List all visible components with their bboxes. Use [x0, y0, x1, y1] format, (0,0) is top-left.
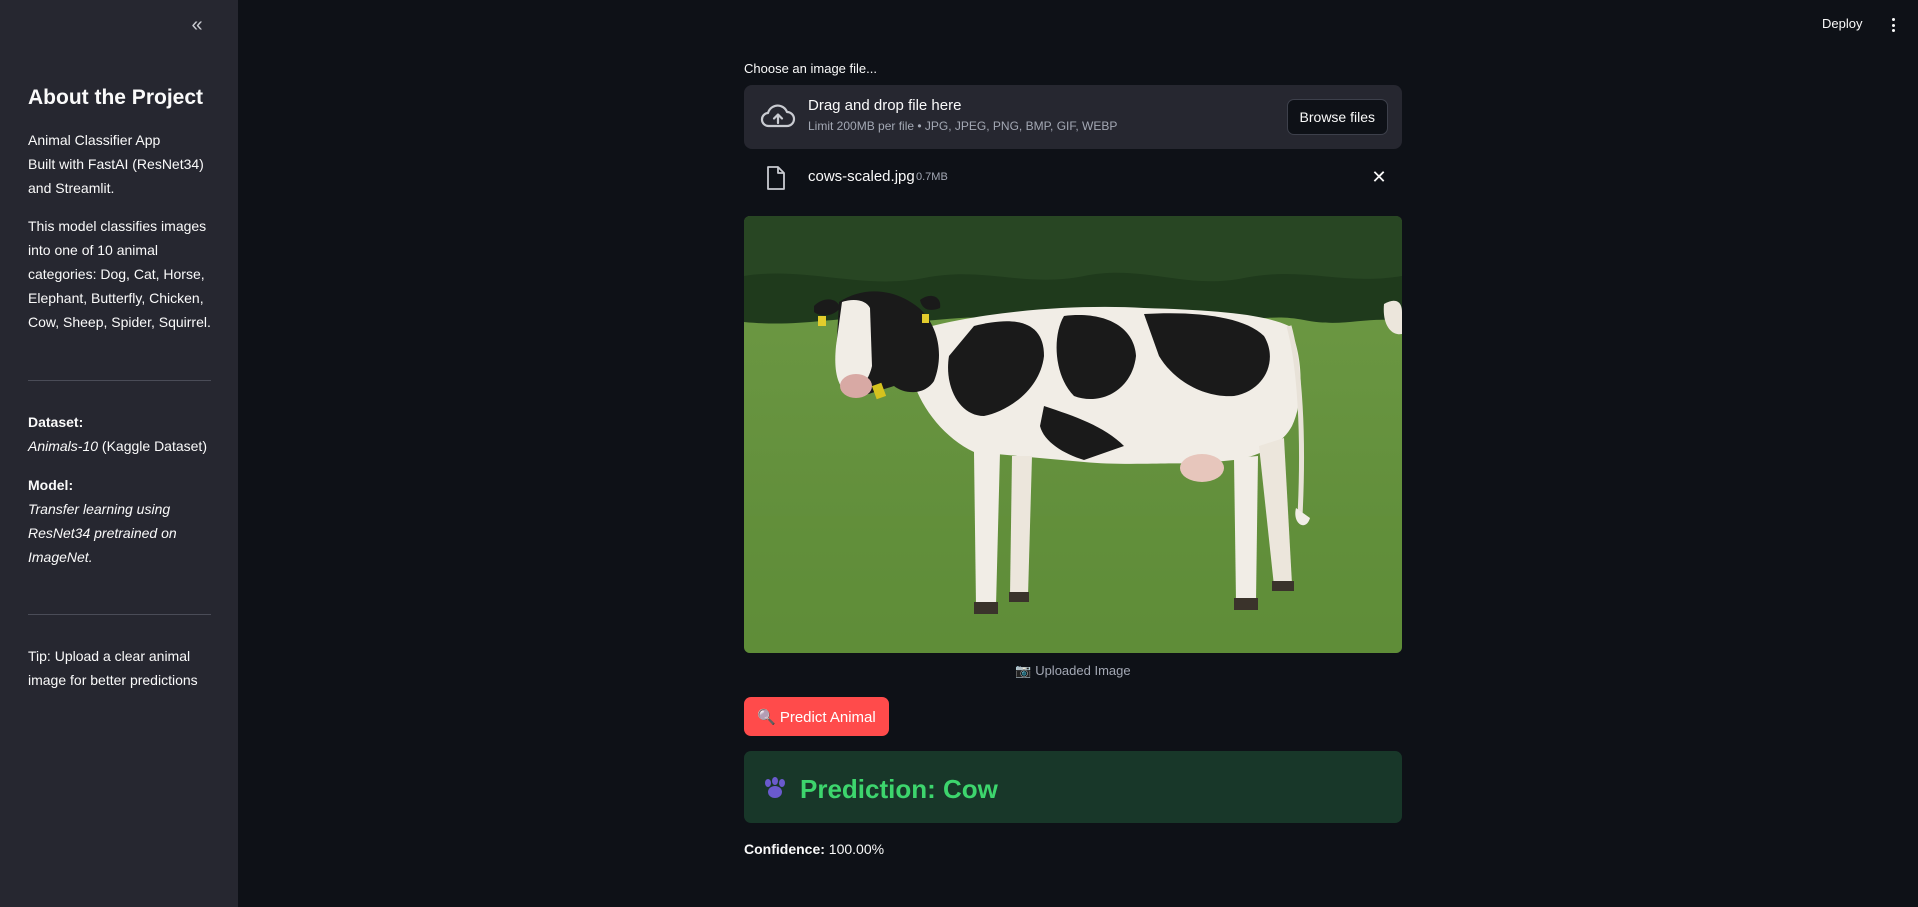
model-desc-line: ResNet34 pretrained on [28, 525, 177, 541]
intro-line: and Streamlit. [28, 180, 115, 196]
intro-line: Built with FastAI (ResNet34) [28, 156, 204, 172]
description-line: This model classifies images [28, 218, 207, 234]
uploaded-image [744, 216, 1402, 653]
dropzone-limits: Limit 200MB per file • JPG, JPEG, PNG, B… [808, 119, 1118, 133]
description-line: categories: Dog, Cat, Horse, [28, 266, 205, 282]
tip-line: Tip: Upload a clear animal [28, 648, 191, 664]
confidence-label: Confidence: [744, 841, 825, 857]
tip-line: image for better predictions [28, 672, 198, 688]
model-label: Model: [28, 477, 74, 493]
cloud-upload-icon [760, 104, 796, 128]
uploader-label: Choose an image file... [744, 61, 877, 76]
file-dropzone[interactable]: Drag and drop file here Limit 200MB per … [744, 85, 1402, 149]
model-desc-line: Transfer learning using [28, 501, 171, 517]
deploy-button[interactable]: Deploy [1822, 16, 1862, 31]
description-line: Cow, Sheep, Spider, Squirrel. [28, 314, 211, 330]
sidebar-model: Model: Transfer learning using ResNet34 … [28, 473, 218, 569]
sidebar-divider [28, 614, 211, 615]
dataset-label: Dataset: [28, 414, 84, 430]
file-name: cows-scaled.jpg [808, 168, 915, 185]
dataset-name: Animals-10 [28, 438, 99, 454]
paw-icon [765, 777, 785, 798]
image-caption: 📷 Uploaded Image [1015, 663, 1131, 678]
file-size: 0.7MB [916, 171, 948, 183]
dropzone-title: Drag and drop file here [808, 97, 962, 114]
intro-line: Animal Classifier App [28, 132, 161, 148]
file-icon [767, 166, 785, 190]
sidebar-title: About the Project [28, 86, 204, 109]
uploaded-file-row: cows-scaled.jpg 0.7MB ✕ [744, 160, 1402, 196]
prediction-text: Prediction: Cow [800, 774, 998, 804]
prediction-result: Prediction: Cow [744, 751, 1402, 823]
remove-file-icon[interactable]: ✕ [1368, 166, 1390, 188]
collapse-sidebar-icon[interactable]: « [186, 14, 208, 36]
sidebar: « About the Project Animal Classifier Ap… [0, 0, 238, 907]
dataset-source: (Kaggle Dataset) [98, 438, 207, 454]
predict-animal-button[interactable]: 🔍 Predict Animal [744, 697, 889, 736]
description-line: Elephant, Butterfly, Chicken, [28, 290, 204, 306]
confidence-line: Confidence: 100.00% [744, 841, 884, 857]
browse-files-button[interactable]: Browse files [1286, 99, 1388, 135]
sidebar-tip: Tip: Upload a clear animal image for bet… [28, 644, 218, 692]
sidebar-dataset: Dataset: Animals-10 (Kaggle Dataset) [28, 410, 218, 458]
description-line: into one of 10 animal [28, 242, 158, 258]
main-menu-icon[interactable] [1888, 16, 1898, 34]
confidence-value: 100.00% [824, 841, 885, 857]
sidebar-intro: Animal Classifier App Built with FastAI … [28, 128, 218, 200]
dataset-value: Animals-10 (Kaggle Dataset) [28, 434, 218, 458]
model-desc-line: ImageNet. [28, 549, 93, 565]
cow-photo [744, 216, 1402, 653]
sidebar-description: This model classifies images into one of… [28, 214, 218, 334]
sidebar-divider [28, 380, 211, 381]
